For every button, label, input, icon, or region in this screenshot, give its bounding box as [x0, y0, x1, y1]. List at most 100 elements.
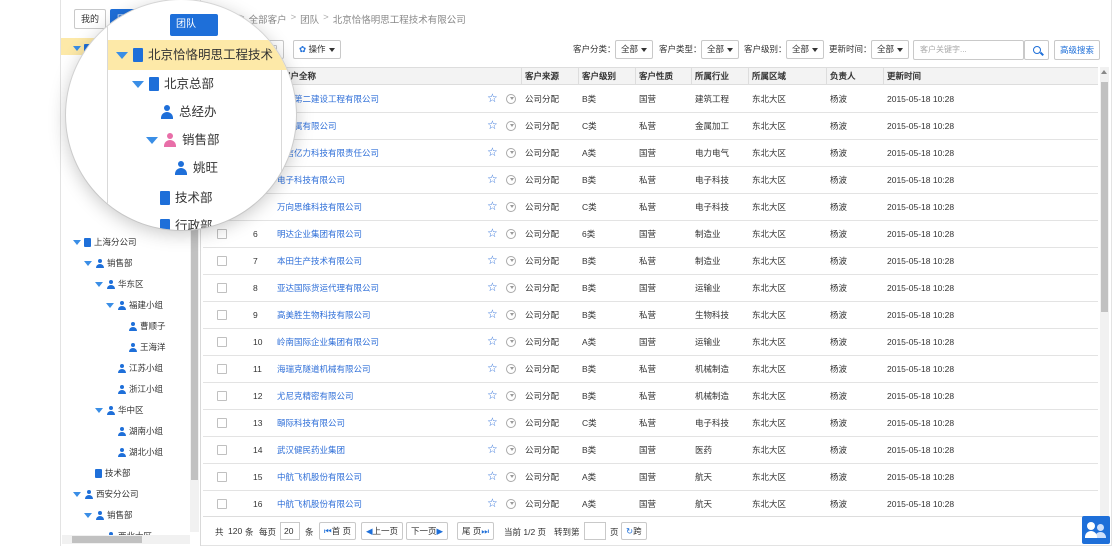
customer-name-link[interactable]: 頤际科技有限公司 [277, 410, 345, 436]
table-row[interactable]: 钢金属有限公司 公司分配 C类 私营 金属加工 东北大区 杨波 2015-05-18 10:2… [203, 113, 1098, 140]
tree-node[interactable]: 销售部 [84, 253, 133, 273]
star-icon[interactable]: ☆ [487, 173, 498, 186]
expand-caret-icon[interactable] [95, 281, 103, 287]
star-icon[interactable]: ☆ [487, 200, 498, 213]
star-icon[interactable]: ☆ [487, 254, 498, 267]
column-header[interactable]: 客户来源 [521, 68, 559, 85]
filter-level-select[interactable]: 全部 [786, 40, 825, 59]
tree-node[interactable]: 湖南小组 [106, 421, 163, 441]
row-checkbox[interactable] [217, 499, 227, 509]
tree-node[interactable]: 湖北小组 [106, 442, 163, 462]
row-menu-icon[interactable] [506, 175, 516, 185]
row-menu-icon[interactable] [506, 229, 516, 239]
row-menu-icon[interactable] [506, 283, 516, 293]
row-menu-icon[interactable] [506, 202, 516, 212]
column-header[interactable]: 所属区域 [748, 68, 786, 85]
customer-name-link[interactable]: 本田生产技术有限公司 [277, 248, 362, 274]
first-page-button[interactable]: ⏮首 页 [319, 522, 357, 540]
scroll-up-icon[interactable] [1101, 70, 1107, 74]
contacts-helper-button[interactable] [1082, 516, 1110, 544]
row-checkbox[interactable] [217, 310, 227, 320]
table-row[interactable]: 通信亿力科技有限责任公司 公司分配 A类 国营 电力电气 东北大区 杨波 2015-05-18… [203, 140, 1098, 167]
star-icon[interactable]: ☆ [487, 92, 498, 105]
customer-name-link[interactable]: 高美胜生物科技有限公司 [277, 302, 371, 328]
star-icon[interactable]: ☆ [487, 497, 498, 510]
table-row[interactable]: 14 武汉健民药业集团 公司分配 B类 国营 医药 东北大区 杨波 2015-05-18 10:… [203, 437, 1098, 464]
next-page-button[interactable]: 下一页▶ [406, 522, 449, 540]
row-menu-icon[interactable] [506, 364, 516, 374]
row-checkbox[interactable] [217, 256, 227, 266]
star-icon[interactable]: ☆ [487, 389, 498, 402]
row-checkbox[interactable] [217, 391, 227, 401]
star-icon[interactable]: ☆ [487, 470, 498, 483]
advanced-search-button[interactable]: 高级搜索 [1054, 40, 1101, 60]
tab-mine[interactable]: 我的 [74, 9, 107, 29]
customer-name-link[interactable]: 万向思维科技有限公司 [277, 194, 362, 220]
row-checkbox[interactable] [217, 445, 227, 455]
table-row[interactable]: 10 岭南国际企业集团有限公司 公司分配 A类 国营 运输业 东北大区 杨波 2015-05-1… [203, 329, 1098, 356]
tree-node[interactable]: 西安分公司 [73, 484, 139, 504]
table-row[interactable]: 15 中航飞机股份有限公司 公司分配 A类 国营 航天 东北大区 杨波 2015-05-18 1… [203, 464, 1098, 491]
row-menu-icon[interactable] [506, 472, 516, 482]
row-menu-icon[interactable] [506, 337, 516, 347]
tree-node[interactable]: 王海洋 [117, 337, 166, 357]
goto-page-input[interactable] [584, 522, 606, 540]
search-input[interactable]: 客户关键字... [913, 40, 1024, 60]
star-icon[interactable]: ☆ [487, 362, 498, 375]
customer-name-link[interactable]: 岭南国际企业集团有限公司 [277, 329, 379, 355]
last-page-button[interactable]: 尾 页⏭ [457, 522, 495, 540]
row-checkbox[interactable] [217, 283, 227, 293]
table-row[interactable]: 电子科技有限公司 公司分配 B类 私营 电子科技 东北大区 杨波 2015-05-18 10:… [203, 167, 1098, 194]
star-icon[interactable]: ☆ [487, 146, 498, 159]
tree-node[interactable]: 销售部 [84, 505, 133, 525]
column-header[interactable]: 负责人 [826, 68, 856, 85]
expand-caret-icon[interactable] [84, 260, 92, 266]
customer-name-link[interactable]: 中航飞机股份有限公司 [277, 491, 362, 517]
operations-button[interactable]: ✿ 操作 [293, 40, 341, 59]
table-row[interactable]: 6 明达企业集团有限公司 公司分配 6类 国营 制造业 东北大区 杨波 2015-05-18 1… [203, 221, 1098, 248]
table-vertical-scrollbar[interactable] [1100, 67, 1109, 516]
customer-name-link[interactable]: 海瑞克隧道机械有限公司 [277, 356, 371, 382]
row-checkbox[interactable] [217, 229, 227, 239]
row-menu-icon[interactable] [506, 256, 516, 266]
row-menu-icon[interactable] [506, 391, 516, 401]
table-row[interactable]: 13 頤际科技有限公司 公司分配 C类 私营 电子科技 东北大区 杨波 2015-05-18 1… [203, 410, 1098, 437]
tree-node[interactable]: 浙江小组 [106, 379, 163, 399]
table-row[interactable]: 11 海瑞克隧道机械有限公司 公司分配 B类 私营 机械制造 东北大区 杨波 2015-05-1… [203, 356, 1098, 383]
customer-name-link[interactable]: 尤尼克精密有限公司 [277, 383, 354, 409]
column-header[interactable]: 客户级别 [578, 68, 616, 85]
column-header[interactable]: 客户性质 [635, 68, 673, 85]
sidebar-horizontal-scrollbar[interactable] [62, 535, 190, 544]
table-row[interactable]: 16 中航飞机股份有限公司 公司分配 A类 国营 航天 东北大区 杨波 2015-05-18 1… [203, 491, 1098, 518]
customer-name-link[interactable]: 中航飞机股份有限公司 [277, 464, 362, 490]
table-row[interactable]: 三局第二建设工程有限公司 公司分配 B类 国营 建筑工程 东北大区 杨波 2015-05-18… [203, 86, 1098, 113]
per-page-input[interactable]: 20 [280, 522, 300, 540]
star-icon[interactable]: ☆ [487, 281, 498, 294]
tree-node[interactable]: 华中区 [95, 400, 144, 420]
tree-node[interactable]: 江苏小组 [106, 358, 163, 378]
customer-name-link[interactable]: 武汉健民药业集团 [277, 437, 345, 463]
row-menu-icon[interactable] [506, 445, 516, 455]
scroll-thumb[interactable] [1101, 82, 1108, 312]
star-icon[interactable]: ☆ [487, 308, 498, 321]
tree-node[interactable]: 曹顺子 [117, 316, 166, 336]
row-checkbox[interactable] [217, 364, 227, 374]
expand-caret-icon[interactable] [73, 491, 81, 497]
star-icon[interactable]: ☆ [487, 335, 498, 348]
customer-name-link[interactable]: 亚达国际货运代理有限公司 [277, 275, 379, 301]
column-header[interactable]: 更新时间 [883, 68, 921, 85]
scroll-thumb[interactable] [72, 536, 142, 543]
table-row[interactable]: 万向思维科技有限公司 公司分配 C类 私营 电子科技 东北大区 杨波 2015-05-18 1… [203, 194, 1098, 221]
expand-caret-icon[interactable] [73, 45, 81, 51]
tree-node[interactable]: 上海分公司 [73, 232, 137, 252]
table-row[interactable]: 9 高美胜生物科技有限公司 公司分配 B类 私营 生物科技 东北大区 杨波 2015-05-18… [203, 302, 1098, 329]
row-menu-icon[interactable] [506, 94, 516, 104]
go-button[interactable]: ↻跨 [621, 522, 647, 540]
row-checkbox[interactable] [217, 337, 227, 347]
breadcrumb-item[interactable]: 团队 [300, 12, 319, 26]
column-header[interactable]: 所属行业 [691, 68, 729, 85]
expand-caret-icon[interactable] [84, 512, 92, 518]
filter-category-select[interactable]: 全部 [615, 40, 654, 59]
row-menu-icon[interactable] [506, 499, 516, 509]
expand-caret-icon[interactable] [106, 302, 114, 308]
